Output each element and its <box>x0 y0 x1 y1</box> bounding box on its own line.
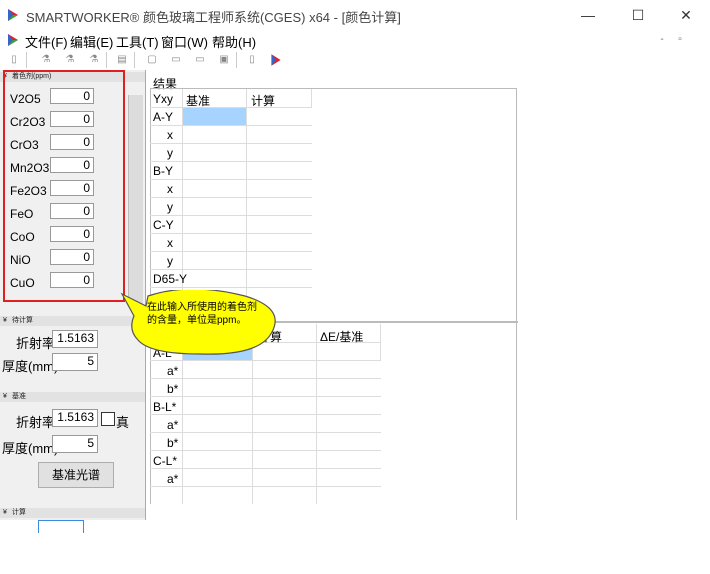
grid-line <box>150 360 381 361</box>
results-title: 结果 <box>153 77 178 91</box>
std-refractive-label: 折射率 <box>16 415 56 430</box>
yxy-row-label: D65-Y <box>153 272 188 286</box>
grid-line <box>150 396 381 397</box>
std-thickness-input[interactable]: 5 <box>52 435 98 453</box>
maximize-button[interactable]: ☐ <box>616 2 660 28</box>
yxy-header-label: Yxy <box>153 92 174 106</box>
menu-tools[interactable]: 工具(T) <box>116 32 159 51</box>
logo-small-icon[interactable] <box>268 52 284 68</box>
lab-row-label: a* <box>167 418 179 432</box>
yxy-row-label: x <box>167 236 173 250</box>
mdi-restore-button[interactable]: ▫ <box>672 33 688 47</box>
toolbar-separator <box>134 52 135 68</box>
annotation-highlight-box <box>3 70 125 302</box>
standard-header-label: 基准 <box>12 393 26 400</box>
lab-row-label: a* <box>167 472 179 486</box>
std-thickness-label: 厚度(mm) <box>2 441 59 456</box>
true-checkbox-label: 真 <box>116 415 130 430</box>
callout-text: 在此输入所使用的着色剂的含量，单位是ppm。 <box>147 302 257 326</box>
collapse-chevron-icon: ¥ <box>3 509 7 516</box>
grid-line <box>150 179 312 180</box>
lab-header-delta-e: ΔE/基准 <box>320 330 364 344</box>
mdi-minimize-button[interactable]: - <box>654 33 670 47</box>
yxy-row-label: y <box>167 146 173 160</box>
minimize-button[interactable]: — <box>566 2 610 28</box>
grid-line <box>150 486 381 487</box>
app-logo-icon <box>8 9 18 21</box>
yxy-row-label: B-Y <box>153 164 174 178</box>
book-icon[interactable]: ▯ <box>244 52 260 68</box>
yxy-header-calc: 计算 <box>251 94 276 108</box>
grid-line <box>150 287 312 288</box>
menu-window[interactable]: 窗口(W) <box>161 32 208 51</box>
print-icon[interactable]: ▭ <box>168 52 184 68</box>
grid-line <box>150 161 312 162</box>
grid-line <box>150 414 381 415</box>
panel-scrollbar[interactable] <box>128 95 143 305</box>
true-checkbox[interactable] <box>101 412 115 426</box>
grid-line <box>150 143 312 144</box>
chart-icon[interactable]: ▤ <box>114 52 130 68</box>
lab-row-label: B-L* <box>153 400 177 414</box>
collapse-chevron-icon: ¥ <box>3 393 7 400</box>
mdi-doc-icon[interactable] <box>6 33 20 47</box>
menu-help[interactable]: 帮助(H) <box>212 32 256 51</box>
std-refractive-input[interactable]: 1.5163 <box>52 409 98 427</box>
thickness-label: 厚度(mm) <box>2 359 59 374</box>
yxy-row-label: y <box>167 200 173 214</box>
grid-line <box>150 378 381 379</box>
yxy-header-standard: 基准 <box>186 94 211 108</box>
toolbar-separator <box>236 52 237 68</box>
refractive-label: 折射率 <box>16 336 56 351</box>
close-button[interactable]: ✕ <box>664 2 708 28</box>
grid-line <box>150 450 381 451</box>
grid-line <box>150 88 516 89</box>
new-file-icon[interactable]: ▯ <box>6 52 22 68</box>
menu-bar: 文件(F) 编辑(E) 工具(T) 窗口(W) 帮助(H) <box>0 30 700 50</box>
filter-icon[interactable]: ⚗ <box>38 52 54 68</box>
print-preview-icon[interactable]: ▭ <box>192 52 208 68</box>
lab-row-label: a* <box>167 364 179 378</box>
toolbar-separator <box>26 52 27 68</box>
yxy-row-label: x <box>167 128 173 142</box>
grid-line <box>150 432 381 433</box>
standard-header[interactable]: ¥ 基准 <box>0 392 145 402</box>
compute-header-label: 计算 <box>12 509 26 516</box>
collapse-chevron-icon: ¥ <box>3 317 7 324</box>
mix-alt-icon[interactable]: ⚗ <box>86 52 102 68</box>
grid-line <box>150 251 312 252</box>
toolbar: ▯ ⚗ ⚗ ⚗ ▤ ▢ ▭ ▭ ▣ ▯ <box>0 50 680 70</box>
lab-row-label: b* <box>167 436 179 450</box>
calc-header-label: 待计算 <box>12 317 33 324</box>
mix-icon[interactable]: ⚗ <box>62 52 78 68</box>
standard-spectrum-button[interactable]: 基准光谱 <box>38 462 114 488</box>
yxy-row-label: A-Y <box>153 110 174 124</box>
lab-row-label: b* <box>167 382 179 396</box>
toolbar-separator <box>106 52 107 68</box>
yxy-row-label: x <box>167 182 173 196</box>
thickness-input[interactable]: 5 <box>52 353 98 371</box>
yxy-row-label: C-Y <box>153 218 174 232</box>
yxy-row-label: y <box>167 254 173 268</box>
menu-edit[interactable]: 编辑(E) <box>70 32 113 51</box>
compute-button[interactable] <box>38 520 84 533</box>
grid-line <box>150 125 312 126</box>
grid-line <box>150 269 312 270</box>
grid-line <box>150 215 312 216</box>
selected-cell[interactable] <box>183 108 246 125</box>
refractive-input[interactable]: 1.5163 <box>52 330 98 348</box>
lab-row-label: C-L* <box>153 454 178 468</box>
copy-icon[interactable]: ▢ <box>144 52 160 68</box>
compute-header[interactable]: ¥ 计算 <box>0 508 145 518</box>
grid-line <box>516 88 517 520</box>
grid-line <box>150 468 381 469</box>
grid-line <box>150 233 312 234</box>
save-icon[interactable]: ▣ <box>216 52 232 68</box>
window-title: SMARTWORKER® 颜色玻璃工程师系统(CGES) x64 - [颜色计算… <box>26 10 401 25</box>
title-bar: SMARTWORKER® 颜色玻璃工程师系统(CGES) x64 - [颜色计算… <box>0 0 710 30</box>
menu-file[interactable]: 文件(F) <box>25 32 68 51</box>
grid-line <box>311 89 312 107</box>
grid-line <box>150 197 312 198</box>
